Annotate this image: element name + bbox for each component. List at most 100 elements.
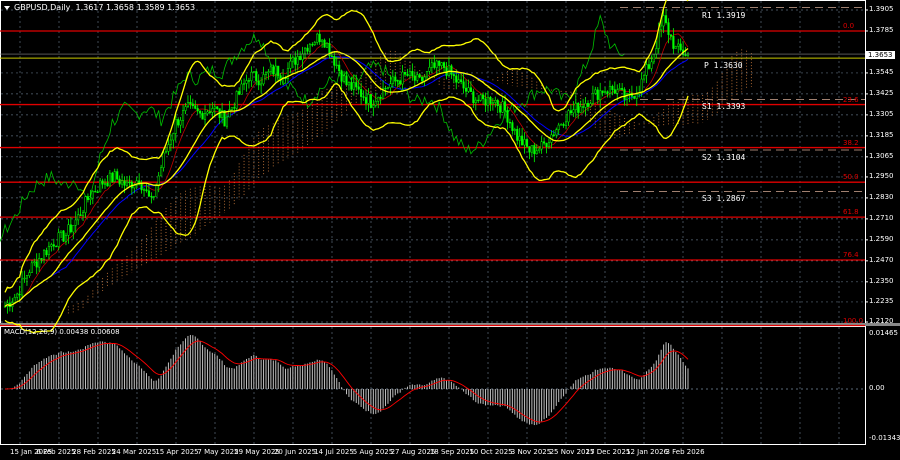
candle-body (52, 244, 55, 247)
candle-body (430, 62, 433, 68)
candle-body (72, 225, 75, 233)
candle-body (303, 47, 307, 55)
candle-body (652, 54, 655, 63)
candle-body (279, 75, 282, 79)
candle-body (252, 71, 255, 73)
price-axis-label: 1.2710 (869, 213, 894, 222)
price-axis-label: 1.3905 (869, 5, 894, 13)
candle-body (111, 172, 114, 182)
candle-body (518, 135, 521, 141)
price-axis-label: 1.3785 (869, 25, 894, 34)
candle-body (147, 190, 150, 197)
candle-body (564, 121, 568, 126)
candle-body (504, 101, 507, 111)
candle-body (360, 89, 363, 97)
candle-body (289, 60, 292, 69)
candle-body (357, 86, 360, 90)
pivot-name: R1 (702, 10, 712, 20)
candle-body (623, 89, 626, 100)
candle-body (508, 122, 511, 124)
candle-body (438, 60, 441, 66)
candle-body (169, 139, 172, 145)
fib-level-label: 76.4 (843, 250, 859, 259)
candle-body (457, 79, 460, 83)
date-axis-label: 12 Jan 2026 (626, 448, 668, 456)
candle-body (142, 189, 146, 191)
candle-body (203, 113, 207, 120)
candle-body (184, 106, 187, 111)
candle-body (323, 39, 326, 48)
candle-body (660, 25, 663, 31)
candle-body (513, 129, 516, 131)
candle-body (679, 43, 682, 51)
candle-body (64, 235, 68, 242)
candle-body (450, 65, 453, 75)
candle-body (162, 152, 165, 168)
candle-body (247, 80, 250, 82)
pivot-label-s2: S2 1.3104 (702, 153, 745, 162)
candle-body (350, 82, 353, 90)
candle-body (469, 87, 472, 92)
candle-body (333, 56, 336, 66)
chikou-span-line (0, 14, 625, 243)
chart-header: GBPUSD,Daily 1.3617 1.3658 1.3589 1.3653 (4, 3, 195, 12)
candle-body (345, 75, 348, 86)
candle-body (91, 191, 94, 199)
candle-body (318, 33, 321, 43)
fib-level-label: 38.2 (843, 138, 859, 147)
pivot-value: 1.3104 (711, 153, 746, 162)
candle-body (216, 106, 219, 109)
candle-body (643, 75, 646, 80)
candle-body (352, 82, 355, 90)
candle-body (62, 230, 65, 242)
chart-canvas[interactable] (0, 0, 900, 460)
candle-body (267, 71, 270, 74)
candle-body (260, 83, 263, 86)
candle-body (411, 71, 414, 77)
candle-body (596, 89, 599, 100)
candle-body (123, 180, 126, 186)
pivot-label-r1: R1 1.3919 (702, 11, 745, 20)
symbol-label: GBPUSD,Daily (14, 3, 71, 12)
candle-body (94, 191, 97, 193)
candle-body (462, 81, 465, 89)
candle-body (540, 141, 543, 150)
candle-body (552, 134, 555, 136)
candle-body (45, 250, 48, 256)
candle-body (618, 88, 621, 91)
candle-body (401, 71, 404, 85)
candle-body (391, 76, 394, 84)
dropdown-triangle-icon[interactable] (4, 5, 10, 10)
candle-body (433, 62, 436, 68)
candle-body (538, 148, 541, 152)
candle-body (389, 83, 392, 89)
candle-body (484, 98, 487, 106)
candle-body (152, 196, 155, 198)
candle-body (113, 171, 116, 182)
pivot-value: 1.3393 (711, 102, 746, 112)
pivot-value: 1.2867 (711, 194, 746, 204)
date-axis-label: 5 Aug 2025 (352, 448, 394, 456)
candle-body (413, 75, 416, 81)
candle-body (377, 96, 380, 102)
fib-level-label: 23.6 (843, 95, 859, 104)
candle-body (199, 110, 202, 114)
candle-body (313, 42, 316, 45)
candle-body (364, 97, 368, 104)
candle-body (650, 61, 653, 69)
candle-body (311, 44, 314, 46)
candle-body (355, 82, 358, 88)
candle-body (369, 94, 372, 108)
current-price-label: 1.3653 (866, 51, 895, 59)
candle-body (291, 57, 294, 62)
candle-body (89, 197, 92, 200)
fib-level-label: 50.0 (843, 173, 859, 182)
candle-body (277, 65, 280, 76)
candle-body (560, 124, 563, 126)
candle-body (543, 141, 546, 144)
candle-body (325, 43, 329, 48)
candle-body (272, 66, 275, 75)
date-axis-label: 6 Feb 2025 (36, 448, 76, 456)
candle-body (79, 214, 82, 216)
candle-body (174, 119, 177, 134)
